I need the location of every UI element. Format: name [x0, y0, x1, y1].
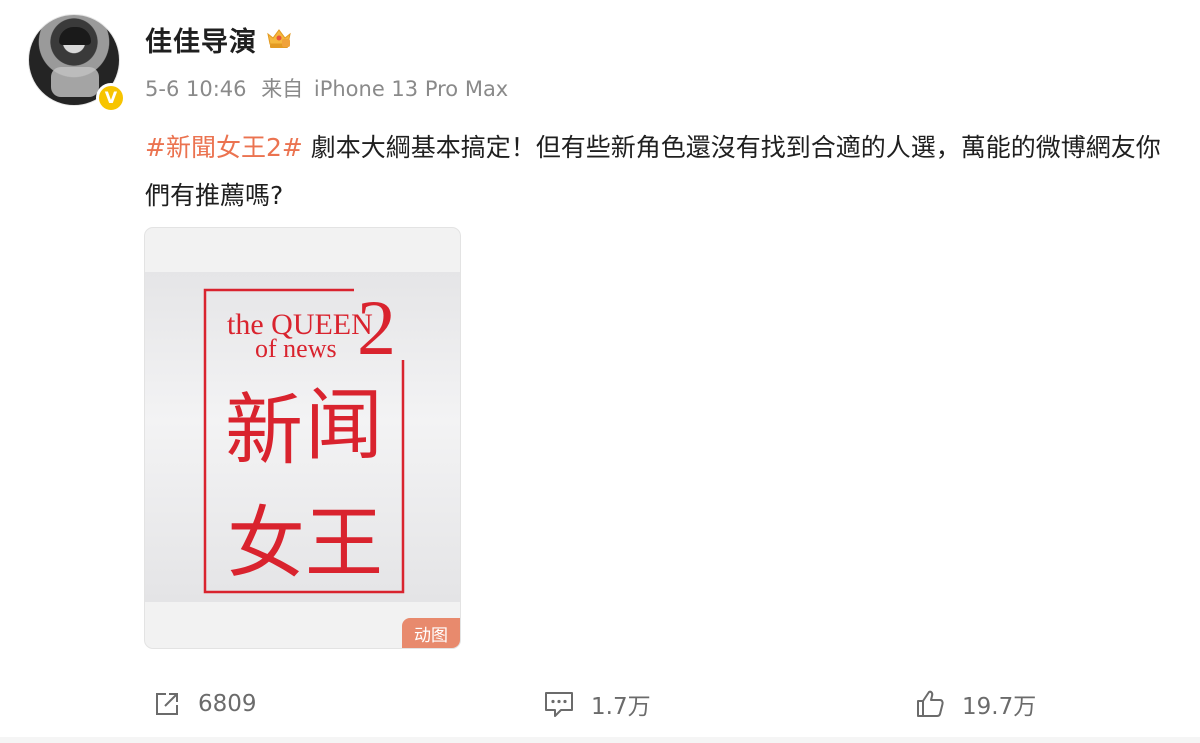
share-button[interactable]: 6809	[152, 684, 257, 724]
poster-char-4: 王	[305, 499, 383, 589]
poster-number: 2	[357, 284, 396, 371]
poster-char-3: 女	[227, 499, 305, 589]
post-body: #新聞女王2# 劇本大綱基本搞定！但有些新角色還沒有找到合適的人選，萬能的微博網…	[145, 124, 1185, 220]
like-button[interactable]: 19.7万	[914, 684, 1036, 724]
poster-title-line2: of news	[255, 334, 337, 363]
poster-char-1: 新	[225, 386, 303, 476]
avatar-cap-shape	[59, 27, 91, 45]
verified-badge-label: V	[104, 88, 118, 107]
gif-badge: 动图	[402, 618, 460, 648]
post-meta: 5-6 10:46 来自 iPhone 13 Pro Max	[145, 73, 508, 103]
comment-count: 1.7万	[591, 694, 651, 720]
poster-char-2: 闻	[305, 381, 383, 471]
poster-graphic: the QUEEN of news 2 新 闻 女 王	[203, 284, 405, 594]
username[interactable]: 佳佳导演	[145, 20, 257, 59]
poster-image: the QUEEN of news 2 新 闻 女 王	[145, 272, 460, 602]
source-device: iPhone 13 Pro Max	[313, 77, 509, 101]
hashtag-link[interactable]: #新聞女王2#	[145, 133, 303, 162]
bottom-divider	[0, 737, 1200, 743]
vip-crown-icon[interactable]	[265, 26, 293, 50]
share-icon	[156, 693, 178, 715]
media-thumbnail[interactable]: the QUEEN of news 2 新 闻 女 王 动图	[144, 227, 461, 649]
avatar-scarf-shape	[51, 67, 99, 97]
like-icon	[917, 690, 944, 717]
post-timestamp[interactable]: 5-6 10:46	[145, 77, 247, 101]
like-count: 19.7万	[962, 694, 1037, 720]
source-prefix: 来自	[261, 77, 304, 101]
share-count: 6809	[198, 691, 257, 717]
comment-button[interactable]: 1.7万	[543, 684, 651, 724]
comment-icon	[545, 692, 573, 717]
verified-badge-icon: V	[96, 83, 126, 113]
